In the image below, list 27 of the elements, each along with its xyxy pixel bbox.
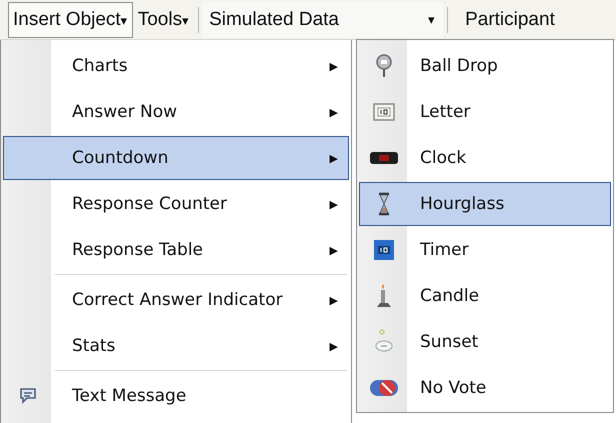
hourglass-icon bbox=[377, 192, 391, 216]
menu-item[interactable]: Candle bbox=[359, 274, 611, 318]
menu-item[interactable]: Hourglass bbox=[359, 182, 611, 226]
toolbar-menu[interactable]: Insert Object▾ bbox=[8, 2, 133, 38]
menu-item[interactable]: Stats ▶ bbox=[3, 324, 349, 368]
menu-item[interactable]: Letter bbox=[359, 90, 611, 134]
dropdown-field[interactable]: Simulated Data ▾ bbox=[203, 2, 444, 38]
toolbar-menu[interactable]: Participant bbox=[452, 2, 560, 38]
menu-item[interactable]: Response Counter ▶ bbox=[3, 182, 349, 226]
menu-item[interactable]: Correct Answer Indicator ▶ bbox=[3, 278, 349, 322]
candle-icon bbox=[376, 283, 392, 309]
speech-bubble-icon bbox=[18, 386, 38, 406]
calendar-icon bbox=[372, 102, 396, 122]
menu-item[interactable]: Clock bbox=[359, 136, 611, 180]
menu-item[interactable]: Text Message bbox=[3, 374, 349, 418]
toolbar-menu[interactable]: Tools▾ bbox=[132, 2, 194, 38]
menu-item[interactable]: Response Table ▶ bbox=[3, 228, 349, 272]
menu-item[interactable]: Ball Drop bbox=[359, 44, 611, 88]
menu-item[interactable]: No Vote bbox=[359, 366, 611, 410]
ball-drop-icon bbox=[376, 54, 392, 78]
menu-item[interactable]: Answer Now ▶ bbox=[3, 90, 349, 134]
digital-clock-icon bbox=[370, 152, 398, 164]
menu-item[interactable]: Timer bbox=[359, 228, 611, 272]
menu-item[interactable]: Sunset bbox=[359, 320, 611, 364]
menu-item[interactable]: Countdown ▶ bbox=[3, 136, 349, 180]
menu-item[interactable]: Charts ▶ bbox=[3, 44, 349, 88]
timer-icon bbox=[374, 240, 394, 260]
